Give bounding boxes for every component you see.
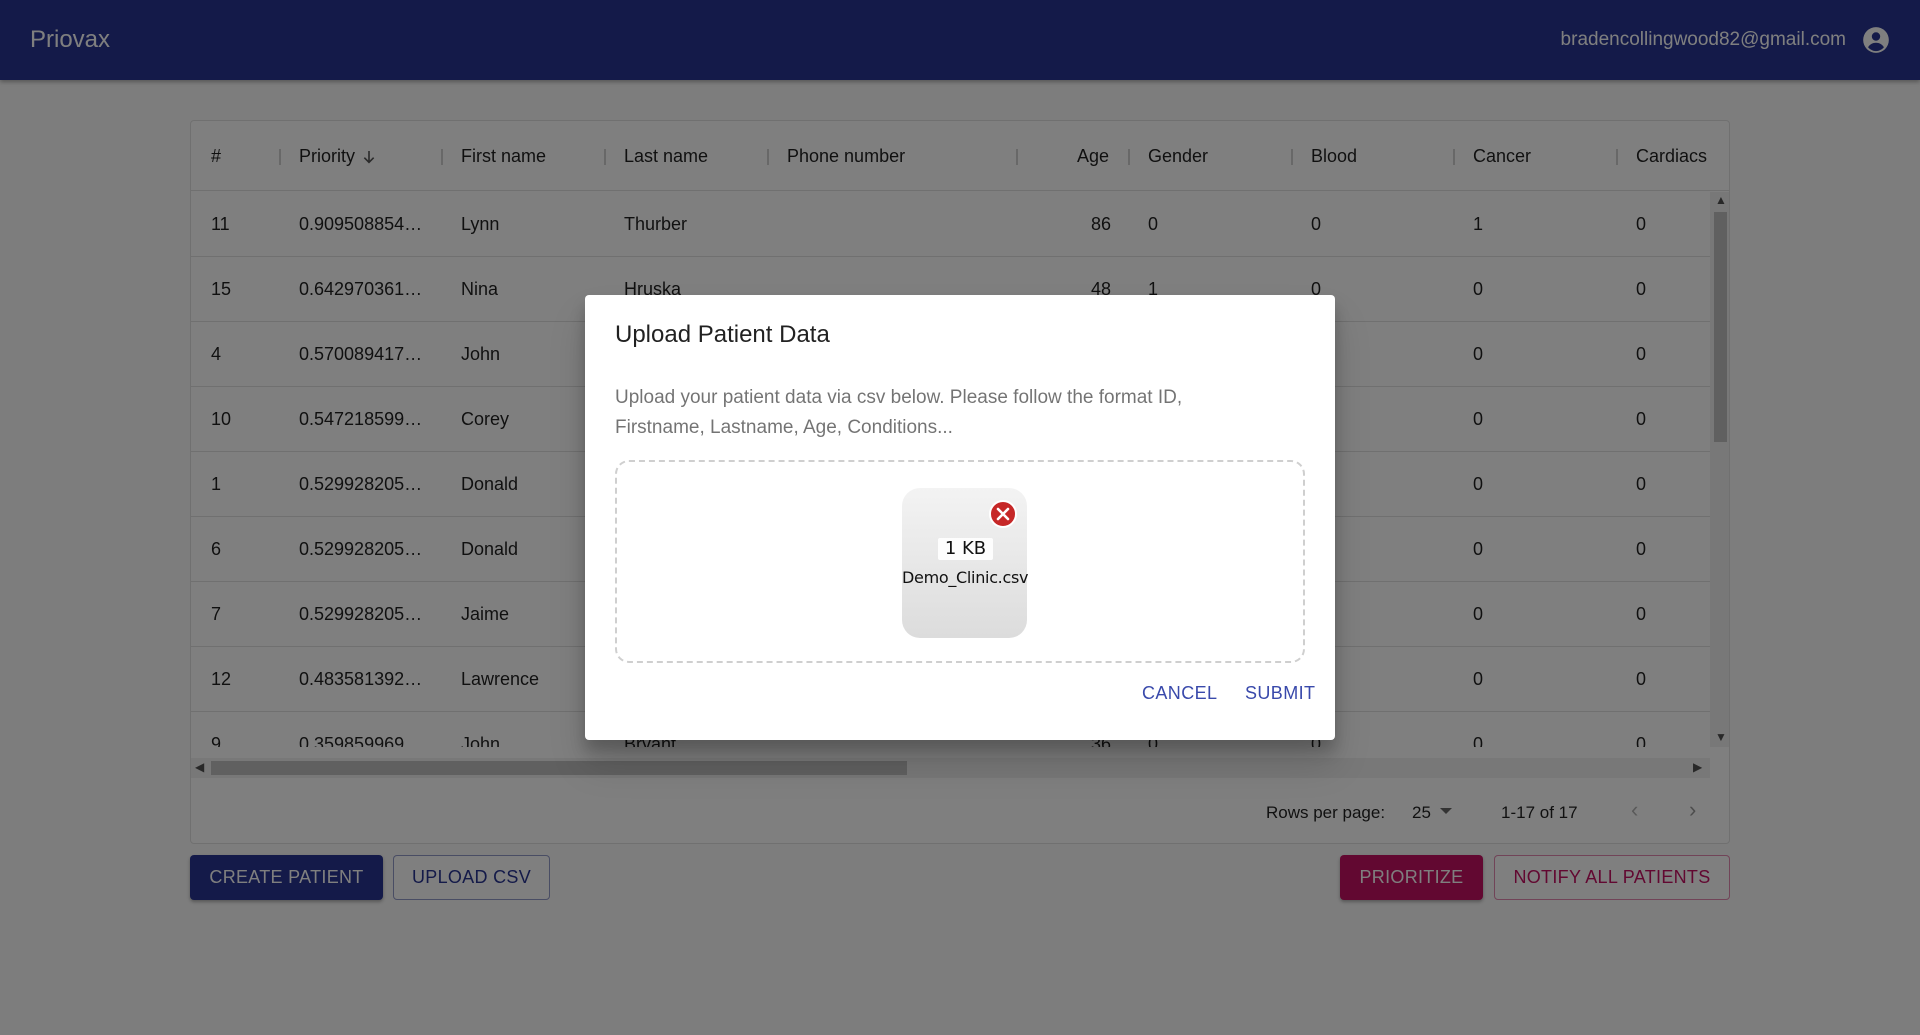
file-preview: 1 KB Demo_Clinic.csv	[902, 488, 1029, 638]
dialog-description: Upload your patient data via csv below. …	[615, 387, 1183, 438]
close-circle-icon[interactable]	[989, 500, 1017, 528]
file-name: Demo_Clinic.csv	[902, 568, 1029, 587]
cancel-button[interactable]: CANCEL	[1142, 683, 1217, 704]
dialog-title: Upload Patient Data	[615, 321, 830, 348]
file-size: 1 KB	[938, 538, 993, 560]
submit-button[interactable]: SUBMIT	[1245, 683, 1315, 704]
upload-dialog: Upload Patient Data Upload your patient …	[585, 295, 1335, 740]
file-dropzone[interactable]: 1 KB Demo_Clinic.csv	[615, 460, 1305, 663]
